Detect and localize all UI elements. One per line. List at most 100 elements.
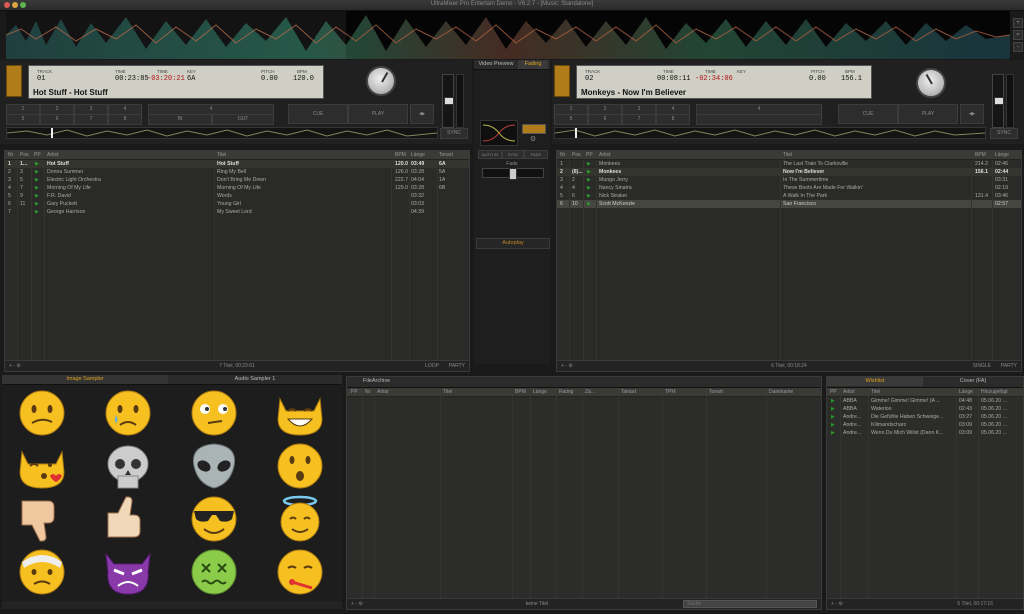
col-artist[interactable]: Artist bbox=[843, 388, 854, 396]
thermometer-face-icon[interactable] bbox=[272, 548, 328, 596]
col-title[interactable]: Titel bbox=[871, 388, 880, 396]
loop-mode-button[interactable]: LOOP bbox=[425, 361, 439, 371]
tab-cover[interactable]: Cover (FA) bbox=[925, 377, 1021, 386]
col-title[interactable]: Titel bbox=[217, 151, 226, 159]
thumbs-up-icon[interactable] bbox=[100, 495, 156, 543]
dizzy-sick-face-icon[interactable] bbox=[186, 548, 242, 596]
col-pp[interactable]: PP bbox=[586, 151, 593, 159]
col-key[interactable]: Tonart bbox=[709, 388, 723, 396]
zoom-out-button[interactable]: - bbox=[1013, 42, 1023, 52]
kissing-cat-icon[interactable] bbox=[14, 442, 70, 490]
cue-button[interactable]: CUE bbox=[838, 104, 898, 124]
autoplay-dropdown[interactable]: Autoplay bbox=[476, 238, 550, 249]
deck-1-jog-wheel[interactable] bbox=[366, 66, 396, 96]
hotcue-8[interactable]: 8 bbox=[656, 114, 690, 125]
table-row[interactable]: 6 10 ▶ Scott McKenzie San Francisco 02:57 bbox=[557, 200, 1021, 208]
col-length[interactable]: Länge bbox=[533, 388, 547, 396]
col-bpm[interactable]: BPM bbox=[515, 388, 526, 396]
col-time-signature[interactable]: Taktart bbox=[621, 388, 636, 396]
hotcue-5[interactable]: 5 bbox=[6, 114, 40, 125]
col-pp[interactable]: PP bbox=[351, 388, 358, 396]
auto-in-button[interactable]: AUTO IN bbox=[478, 150, 502, 159]
table-row[interactable]: 5 9 ▶ F.R. David Words 03:32 bbox=[5, 192, 469, 200]
fading-curve-display[interactable] bbox=[480, 120, 518, 146]
settings-gear-icon[interactable]: ⚙ bbox=[529, 136, 537, 144]
col-added[interactable]: Hinzugefügt bbox=[981, 388, 1008, 396]
table-row[interactable]: 1 ▶ Monkees The Last Train To Clarksville 21… bbox=[557, 160, 1021, 168]
waveform-overview[interactable] bbox=[6, 11, 1010, 59]
table-row[interactable]: ▶ Andre... Kilimandscharo 03:09 05.06.20 ... bbox=[827, 421, 1023, 429]
deck-1-sync-button[interactable]: SYNC bbox=[440, 128, 468, 139]
angry-devil-icon[interactable] bbox=[100, 548, 156, 596]
deck-2-pitch-fader[interactable] bbox=[992, 74, 1004, 128]
smirk-eyes-face-icon[interactable] bbox=[186, 389, 242, 437]
col-bpm[interactable]: BPM bbox=[395, 151, 406, 159]
loop-controls[interactable] bbox=[696, 114, 822, 125]
deck-2-sync-button[interactable]: SYNC bbox=[990, 128, 1018, 139]
table-row[interactable]: 2 3 ▶ Donna Summer Ring My Bell 126.0 03:28 5A bbox=[5, 168, 469, 176]
tab-fading[interactable]: Fading bbox=[518, 60, 548, 69]
table-row[interactable]: 6 11 ▶ Gary Puckett Young Girl 03:03 bbox=[5, 200, 469, 208]
col-artist[interactable]: Artist bbox=[599, 151, 610, 159]
confused-face-icon[interactable] bbox=[14, 389, 70, 437]
skull-icon[interactable] bbox=[100, 442, 156, 490]
loop-out-button[interactable]: OUT bbox=[212, 114, 274, 125]
col-count[interactable]: Zä... bbox=[585, 388, 595, 396]
deck-1-load-indicator[interactable] bbox=[6, 65, 22, 97]
grinning-cat-icon[interactable] bbox=[272, 389, 328, 437]
col-tpm[interactable]: TPM bbox=[665, 388, 676, 396]
hotcue-7[interactable]: 7 bbox=[622, 114, 656, 125]
col-nr[interactable]: Nr bbox=[365, 388, 370, 396]
table-row[interactable]: 3 2 ▶ Mungo Jerry In The Summertime 03:31 bbox=[557, 176, 1021, 184]
table-row[interactable]: 4 7 ▶ Morning Of My Life Morning Of My Life 1… bbox=[5, 184, 469, 192]
table-row[interactable]: 7 ▶ George Harrison My Sweet Lord 04:39 bbox=[5, 208, 469, 216]
col-artist[interactable]: Artist bbox=[47, 151, 58, 159]
col-length[interactable]: Länge bbox=[959, 388, 973, 396]
tab-image-sampler[interactable]: Image Sampler bbox=[2, 375, 168, 384]
deck-1-track-waveform[interactable] bbox=[6, 127, 438, 139]
add-track-button[interactable]: + - ⚙ bbox=[831, 599, 843, 609]
hotcue-7[interactable]: 7 bbox=[74, 114, 108, 125]
col-bpm[interactable]: BPM bbox=[975, 151, 986, 159]
alien-icon[interactable] bbox=[186, 442, 242, 490]
crossfader[interactable] bbox=[482, 168, 544, 180]
col-length[interactable]: Länge bbox=[995, 151, 1009, 159]
deck-2-options-button[interactable]: ◀▸ bbox=[960, 104, 984, 124]
loop-in-button[interactable]: IN bbox=[148, 114, 212, 125]
fade-toggle[interactable] bbox=[522, 124, 546, 134]
col-title[interactable]: Titel bbox=[783, 151, 792, 159]
tab-audio-sampler[interactable]: Audio Sampler 1 bbox=[170, 375, 340, 384]
table-row[interactable]: ▶ ABBA Gimme! Gimme! Gimme! (A ... 04:48 05.… bbox=[827, 397, 1023, 405]
play-button[interactable]: PLAY bbox=[898, 104, 958, 124]
deck-2-load-indicator[interactable] bbox=[554, 65, 570, 97]
deck-1-pitch-fader[interactable] bbox=[442, 74, 454, 128]
table-row[interactable]: 3 5 ▶ Electric Light Orchestra Don't Bring M… bbox=[5, 176, 469, 184]
sync-mode-button[interactable]: SYNC bbox=[502, 150, 524, 159]
deck-2-jog-wheel[interactable] bbox=[916, 68, 946, 98]
deck-1-options-button[interactable]: ◀▸ bbox=[410, 104, 434, 124]
fade-mode-button[interactable]: FADE bbox=[524, 150, 548, 159]
single-mode-button[interactable]: SINGLE bbox=[973, 361, 991, 371]
col-pp[interactable]: PP bbox=[34, 151, 41, 159]
hotcue-5[interactable]: 5 bbox=[554, 114, 588, 125]
table-row[interactable]: 4 4 ▶ Nancy Sinatra These Boots Are Made For… bbox=[557, 184, 1021, 192]
col-rating[interactable]: Rating bbox=[559, 388, 573, 396]
deck-2-track-waveform[interactable] bbox=[554, 127, 986, 139]
bandaged-face-icon[interactable] bbox=[14, 548, 70, 596]
table-row[interactable]: 2 (8)... ▶ Monkees Now I'm Believer 156.1 02:4… bbox=[557, 168, 1021, 176]
table-row[interactable]: 1 1... ▶ Hot Stuff Hot Stuff 120.0 03:49 6A bbox=[5, 160, 469, 168]
surprised-face-icon[interactable] bbox=[272, 442, 328, 490]
col-pos[interactable]: Pos bbox=[20, 151, 29, 159]
search-input[interactable] bbox=[683, 600, 817, 608]
col-pos[interactable]: Pos bbox=[572, 151, 581, 159]
party-mode-button[interactable]: PARTY bbox=[449, 361, 465, 371]
table-row[interactable]: ▶ Andre... Die Gefühle Haben Schweige... 03… bbox=[827, 413, 1023, 421]
col-artist[interactable]: Artist bbox=[377, 388, 388, 396]
zoom-in-button[interactable]: + bbox=[1013, 18, 1023, 28]
tab-wishlist[interactable]: Wishlist bbox=[827, 377, 923, 386]
col-pp[interactable]: PP bbox=[830, 388, 837, 396]
col-key[interactable]: Tonart bbox=[439, 151, 453, 159]
col-filename[interactable]: Dateiname bbox=[769, 388, 793, 396]
col-nr[interactable]: Nr bbox=[560, 151, 565, 159]
zoom-reset-button[interactable]: = bbox=[1013, 30, 1023, 40]
